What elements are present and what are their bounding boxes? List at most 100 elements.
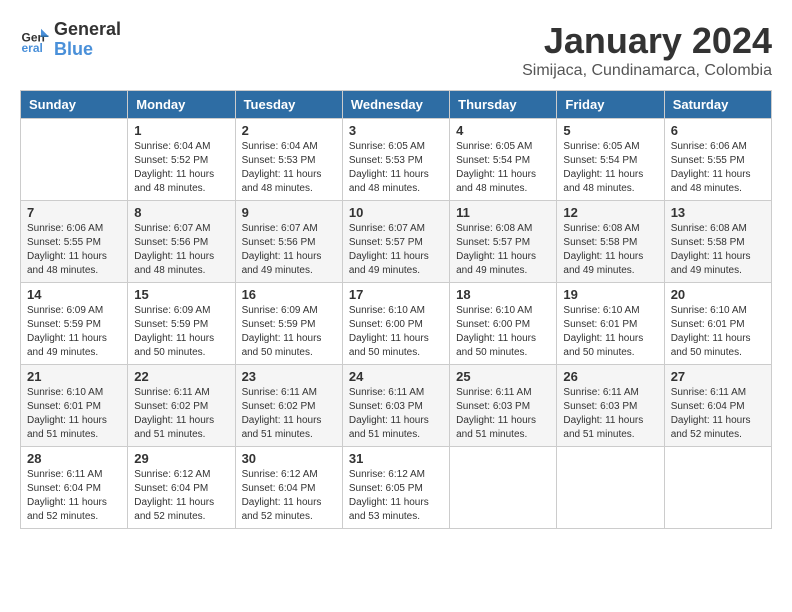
day-info: Sunrise: 6:07 AM Sunset: 5:56 PM Dayligh… — [242, 222, 336, 278]
day-info: Sunrise: 6:10 AM Sunset: 6:01 PM Dayligh… — [563, 304, 657, 360]
column-header-monday: Monday — [128, 91, 235, 119]
calendar-cell: 25Sunrise: 6:11 AM Sunset: 6:03 PM Dayli… — [450, 365, 557, 447]
day-info: Sunrise: 6:08 AM Sunset: 5:58 PM Dayligh… — [671, 222, 765, 278]
week-row-3: 14 Sunrise: 6:09 AM Sunset: 5:59 PM Dayli… — [21, 283, 772, 365]
day-number: 2 — [242, 123, 336, 138]
column-header-saturday: Saturday — [664, 91, 771, 119]
calendar-cell — [557, 447, 664, 529]
column-header-sunday: Sunday — [21, 91, 128, 119]
day-number: 20 — [671, 287, 765, 302]
day-number: 27 — [671, 369, 765, 384]
day-info: Sunrise: 6:08 AM Sunset: 5:58 PM Dayligh… — [563, 222, 657, 278]
calendar-cell: 1Sunrise: 6:04 AM Sunset: 5:52 PM Daylig… — [128, 119, 235, 201]
day-info: Sunrise: 6:11 AM Sunset: 6:04 PM Dayligh… — [671, 386, 765, 442]
day-info: Sunrise: 6:07 AM Sunset: 5:56 PM Dayligh… — [134, 222, 228, 278]
day-number: 17 — [349, 287, 443, 302]
day-info: Sunrise: 6:11 AM Sunset: 6:02 PM Dayligh… — [134, 386, 228, 442]
day-info: Sunrise: 6:07 AM Sunset: 5:57 PM Dayligh… — [349, 222, 443, 278]
logo-text-general: General — [54, 20, 121, 40]
day-number: 23 — [242, 369, 336, 384]
calendar-cell: 28Sunrise: 6:11 AM Sunset: 6:04 PM Dayli… — [21, 447, 128, 529]
day-number: 18 — [456, 287, 550, 302]
day-number: 15 — [134, 287, 228, 302]
calendar-cell: 10 Sunrise: 6:07 AM Sunset: 5:57 PM Dayli… — [342, 201, 449, 283]
calendar-cell: 15 Sunrise: 6:09 AM Sunset: 5:59 PM Dayli… — [128, 283, 235, 365]
week-row-2: 7 Sunrise: 6:06 AM Sunset: 5:55 PM Daylig… — [21, 201, 772, 283]
day-number: 6 — [671, 123, 765, 138]
week-row-4: 21Sunrise: 6:10 AM Sunset: 6:01 PM Dayli… — [21, 365, 772, 447]
day-info: Sunrise: 6:09 AM Sunset: 5:59 PM Dayligh… — [27, 304, 121, 360]
calendar-cell: 12Sunrise: 6:08 AM Sunset: 5:58 PM Dayli… — [557, 201, 664, 283]
day-number: 31 — [349, 451, 443, 466]
calendar-title: January 2024 — [522, 20, 772, 62]
day-info: Sunrise: 6:04 AM Sunset: 5:53 PM Dayligh… — [242, 140, 336, 196]
day-info: Sunrise: 6:08 AM Sunset: 5:57 PM Dayligh… — [456, 222, 550, 278]
calendar-cell: 24Sunrise: 6:11 AM Sunset: 6:03 PM Dayli… — [342, 365, 449, 447]
calendar-cell: 23 Sunrise: 6:11 AM Sunset: 6:02 PM Dayli… — [235, 365, 342, 447]
calendar-cell — [21, 119, 128, 201]
calendar-cell — [450, 447, 557, 529]
calendar-cell: 8 Sunrise: 6:07 AM Sunset: 5:56 PM Daylig… — [128, 201, 235, 283]
calendar-cell: 2 Sunrise: 6:04 AM Sunset: 5:53 PM Daylig… — [235, 119, 342, 201]
day-number: 8 — [134, 205, 228, 220]
logo-text-blue: Blue — [54, 40, 121, 60]
day-number: 11 — [456, 205, 550, 220]
week-row-1: 1Sunrise: 6:04 AM Sunset: 5:52 PM Daylig… — [21, 119, 772, 201]
calendar-cell: 20 Sunrise: 6:10 AM Sunset: 6:01 PM Dayli… — [664, 283, 771, 365]
week-row-5: 28Sunrise: 6:11 AM Sunset: 6:04 PM Dayli… — [21, 447, 772, 529]
calendar-cell: 3 Sunrise: 6:05 AM Sunset: 5:53 PM Daylig… — [342, 119, 449, 201]
day-number: 10 — [349, 205, 443, 220]
page-header: Gen eral General Blue January 2024 Simij… — [20, 20, 772, 80]
day-info: Sunrise: 6:12 AM Sunset: 6:04 PM Dayligh… — [134, 468, 228, 524]
day-number: 4 — [456, 123, 550, 138]
day-info: Sunrise: 6:05 AM Sunset: 5:54 PM Dayligh… — [563, 140, 657, 196]
day-number: 16 — [242, 287, 336, 302]
day-info: Sunrise: 6:06 AM Sunset: 5:55 PM Dayligh… — [27, 222, 121, 278]
day-number: 9 — [242, 205, 336, 220]
day-info: Sunrise: 6:05 AM Sunset: 5:54 PM Dayligh… — [456, 140, 550, 196]
day-number: 26 — [563, 369, 657, 384]
day-info: Sunrise: 6:09 AM Sunset: 5:59 PM Dayligh… — [242, 304, 336, 360]
day-number: 30 — [242, 451, 336, 466]
calendar-cell: 27 Sunrise: 6:11 AM Sunset: 6:04 PM Dayli… — [664, 365, 771, 447]
day-info: Sunrise: 6:05 AM Sunset: 5:53 PM Dayligh… — [349, 140, 443, 196]
logo: Gen eral General Blue — [20, 20, 121, 60]
day-info: Sunrise: 6:11 AM Sunset: 6:02 PM Dayligh… — [242, 386, 336, 442]
calendar-cell: 18 Sunrise: 6:10 AM Sunset: 6:00 PM Dayli… — [450, 283, 557, 365]
day-number: 13 — [671, 205, 765, 220]
column-header-wednesday: Wednesday — [342, 91, 449, 119]
title-section: January 2024 Simijaca, Cundinamarca, Col… — [522, 20, 772, 80]
calendar-cell: 5 Sunrise: 6:05 AM Sunset: 5:54 PM Daylig… — [557, 119, 664, 201]
calendar-cell: 14 Sunrise: 6:09 AM Sunset: 5:59 PM Dayli… — [21, 283, 128, 365]
day-number: 14 — [27, 287, 121, 302]
calendar-cell: 17 Sunrise: 6:10 AM Sunset: 6:00 PM Dayli… — [342, 283, 449, 365]
day-number: 3 — [349, 123, 443, 138]
day-info: Sunrise: 6:11 AM Sunset: 6:03 PM Dayligh… — [563, 386, 657, 442]
calendar-cell: 30 Sunrise: 6:12 AM Sunset: 6:04 PM Dayli… — [235, 447, 342, 529]
calendar-cell: 6 Sunrise: 6:06 AM Sunset: 5:55 PM Daylig… — [664, 119, 771, 201]
day-info: Sunrise: 6:10 AM Sunset: 6:00 PM Dayligh… — [456, 304, 550, 360]
day-number: 24 — [349, 369, 443, 384]
calendar-cell: 11 Sunrise: 6:08 AM Sunset: 5:57 PM Dayli… — [450, 201, 557, 283]
logo-icon: Gen eral — [20, 25, 50, 55]
day-info: Sunrise: 6:06 AM Sunset: 5:55 PM Dayligh… — [671, 140, 765, 196]
svg-text:eral: eral — [22, 41, 43, 55]
calendar-cell: 7 Sunrise: 6:06 AM Sunset: 5:55 PM Daylig… — [21, 201, 128, 283]
day-number: 5 — [563, 123, 657, 138]
calendar-cell: 9 Sunrise: 6:07 AM Sunset: 5:56 PM Daylig… — [235, 201, 342, 283]
day-number: 19 — [563, 287, 657, 302]
day-info: Sunrise: 6:12 AM Sunset: 6:04 PM Dayligh… — [242, 468, 336, 524]
calendar-table: SundayMondayTuesdayWednesdayThursdayFrid… — [20, 90, 772, 529]
column-header-friday: Friday — [557, 91, 664, 119]
day-info: Sunrise: 6:09 AM Sunset: 5:59 PM Dayligh… — [134, 304, 228, 360]
day-number: 28 — [27, 451, 121, 466]
day-info: Sunrise: 6:11 AM Sunset: 6:03 PM Dayligh… — [456, 386, 550, 442]
day-number: 1 — [134, 123, 228, 138]
day-number: 7 — [27, 205, 121, 220]
calendar-cell: 13 Sunrise: 6:08 AM Sunset: 5:58 PM Dayli… — [664, 201, 771, 283]
day-info: Sunrise: 6:10 AM Sunset: 6:00 PM Dayligh… — [349, 304, 443, 360]
day-info: Sunrise: 6:10 AM Sunset: 6:01 PM Dayligh… — [671, 304, 765, 360]
calendar-cell: 19 Sunrise: 6:10 AM Sunset: 6:01 PM Dayli… — [557, 283, 664, 365]
calendar-cell: 29Sunrise: 6:12 AM Sunset: 6:04 PM Dayli… — [128, 447, 235, 529]
day-info: Sunrise: 6:10 AM Sunset: 6:01 PM Dayligh… — [27, 386, 121, 442]
